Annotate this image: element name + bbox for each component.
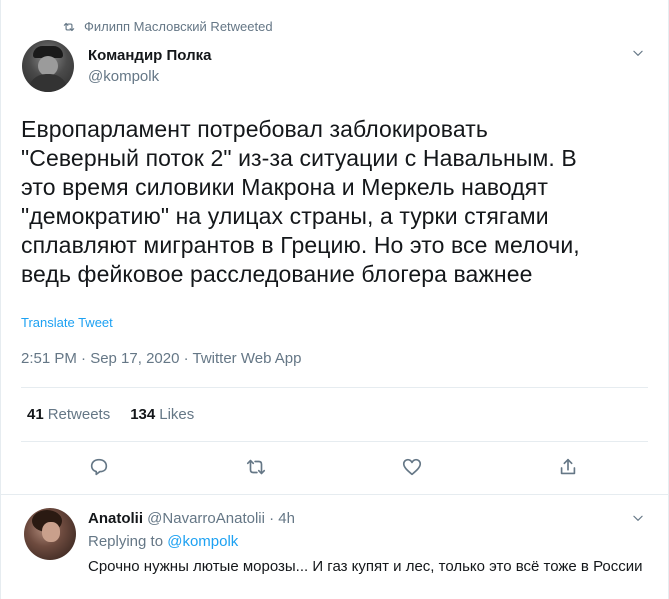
tweet-stats: 41 Retweets 134 Likes (27, 406, 194, 423)
tweet-text-line: это время силовики Макрона и Меркель нав… (21, 174, 548, 200)
replying-to: Replying to @kompolk (88, 533, 238, 550)
reply-author-name[interactable]: Anatolii (88, 510, 143, 527)
tweet-timestamp[interactable]: 2:51 PM · Sep 17, 2020 · Twitter Web App (21, 350, 301, 367)
retweets-count: 41 (27, 406, 44, 423)
tweet-actions (0, 456, 669, 482)
likes-label: Likes (159, 406, 195, 423)
divider (21, 441, 648, 442)
replying-prefix: Replying to (88, 533, 164, 550)
tweet-text: Европарламент потребовал заблокировать "… (21, 115, 641, 289)
reply-author-avatar[interactable] (24, 508, 76, 560)
reply-header: Anatolii @NavarroAnatolii · 4h (88, 510, 295, 527)
author-name[interactable]: Командир Полка (88, 47, 211, 65)
tweet-text-line: сплавляют мигрантов в Грецию. Но это все… (21, 232, 580, 258)
retweet-icon[interactable] (245, 456, 267, 478)
tweet-text-line: ведь фейковое расследование блогера важн… (21, 261, 533, 287)
author-block: Командир Полка @kompolk (88, 47, 211, 87)
reply-menu-chevron-icon[interactable] (631, 511, 645, 525)
reply-author-handle[interactable]: @NavarroAnatolii (147, 510, 265, 527)
retweets-stat[interactable]: 41 Retweets (27, 406, 110, 423)
reply-text: Срочно нужны лютые морозы... И газ купят… (88, 558, 643, 575)
likes-count: 134 (130, 406, 156, 423)
reply-time[interactable]: · 4h (269, 510, 295, 527)
reply-icon[interactable] (88, 456, 110, 478)
tweet-menu-chevron-icon[interactable] (631, 46, 645, 60)
author-handle[interactable]: @kompolk (88, 67, 211, 87)
tweet-text-line: "демократию" на улицах страны, а турки с… (21, 203, 549, 229)
likes-stat[interactable]: 134 Likes (130, 406, 194, 423)
share-icon[interactable] (557, 456, 579, 478)
retweets-label: Retweets (47, 406, 111, 423)
tweet-text-line: "Северный поток 2" из-за ситуации с Нава… (21, 145, 577, 171)
retweet-icon (63, 22, 75, 31)
retweet-context[interactable]: Филипп Масловский Retweeted (62, 19, 273, 34)
divider (21, 387, 648, 388)
tweet-text-line: Европарламент потребовал заблокировать (21, 116, 488, 142)
replying-mention[interactable]: @kompolk (167, 533, 238, 550)
like-icon[interactable] (401, 456, 423, 478)
retweet-context-label: Филипп Масловский Retweeted (84, 19, 273, 34)
translate-tweet-link[interactable]: Translate Tweet (21, 315, 113, 330)
divider (0, 494, 669, 495)
author-avatar[interactable] (22, 40, 74, 92)
